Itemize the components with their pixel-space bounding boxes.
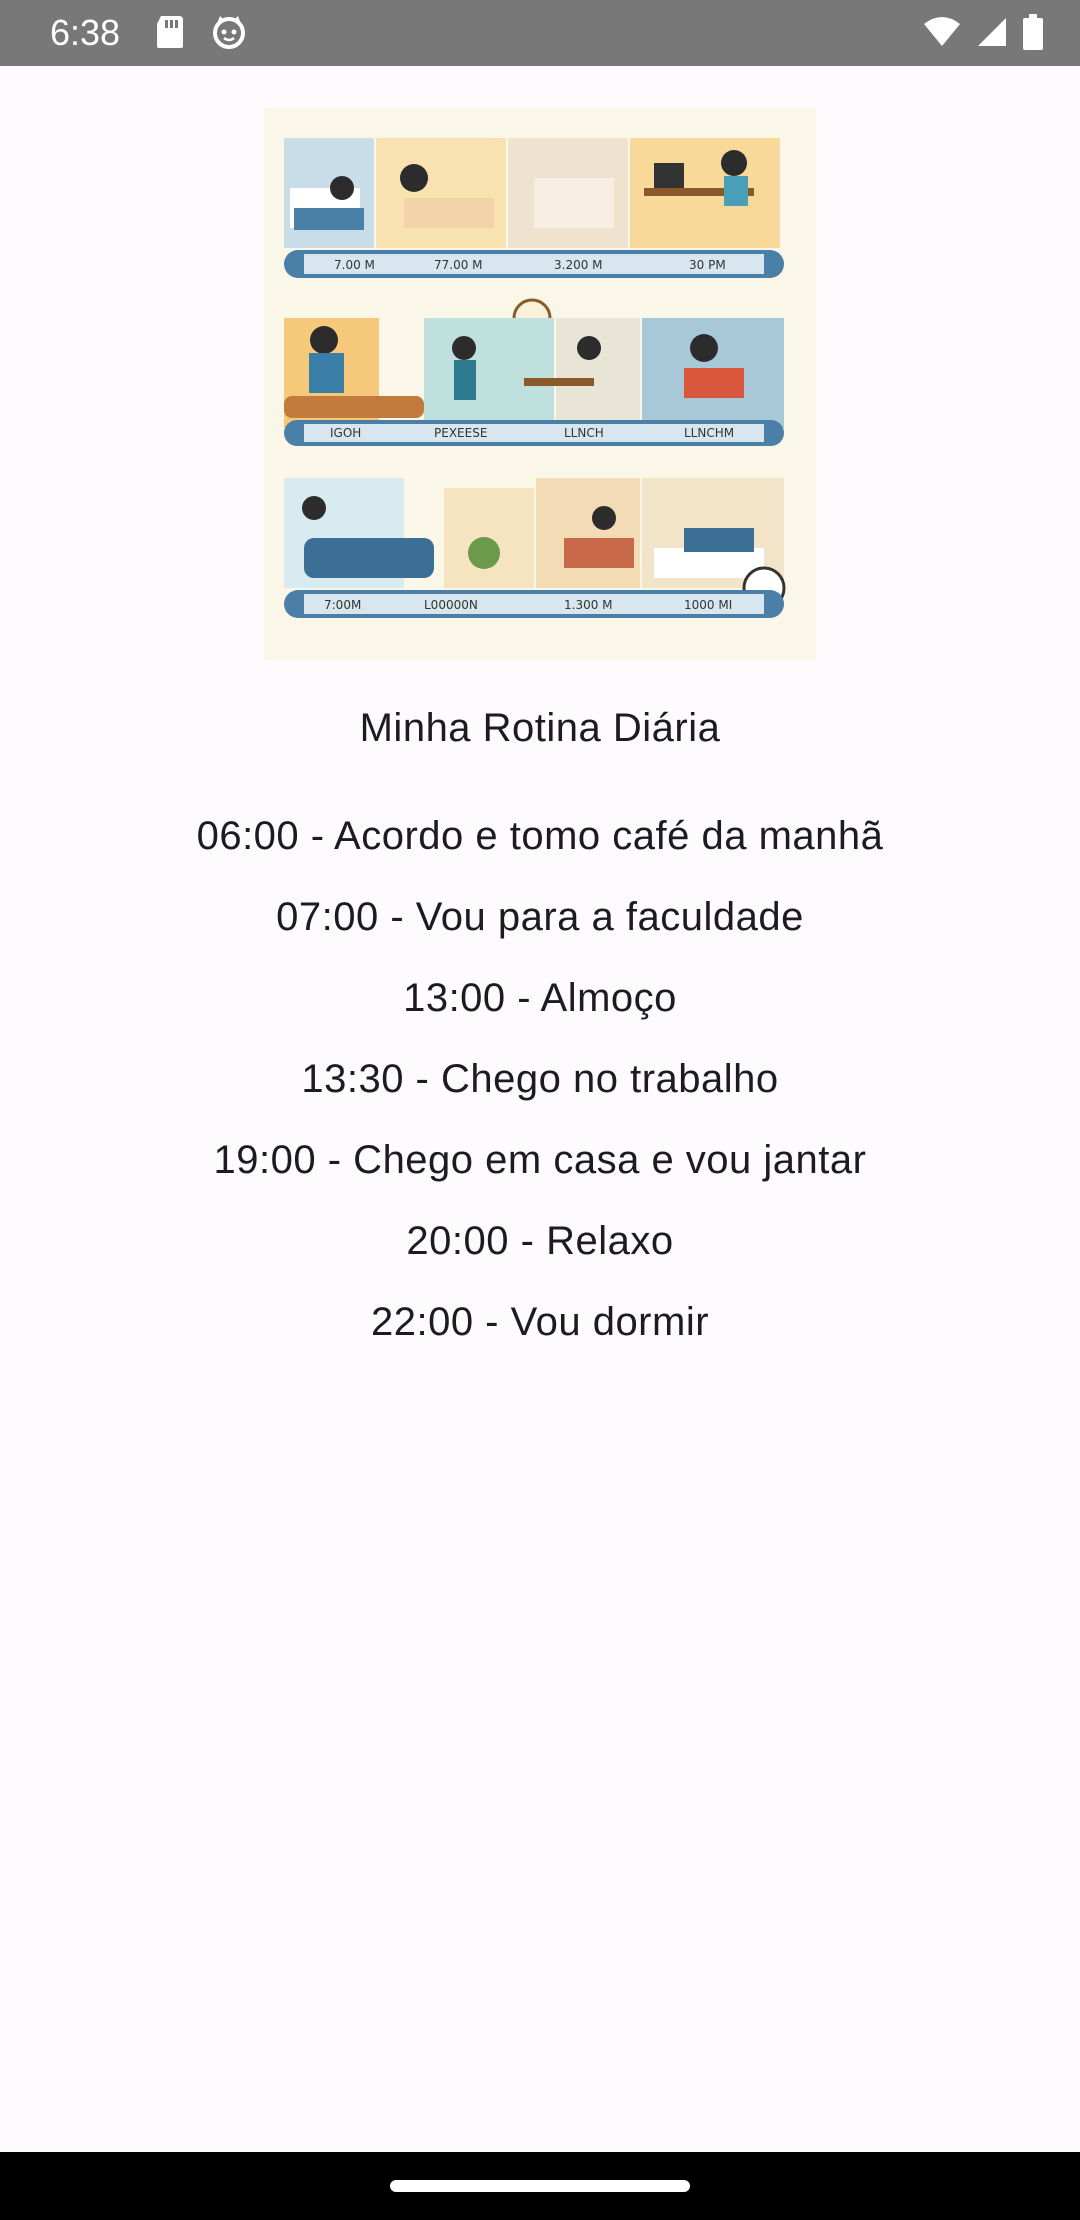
routine-item: 13:30 - Chego no trabalho bbox=[301, 1057, 779, 1101]
svg-text:LLNCHM: LLNCHM bbox=[684, 426, 734, 440]
navigation-bar bbox=[0, 2152, 1080, 2220]
svg-text:L00000N: L00000N bbox=[424, 598, 478, 612]
wifi-icon bbox=[922, 16, 962, 53]
status-icons-right bbox=[922, 14, 1044, 55]
svg-text:77.00 M: 77.00 M bbox=[434, 258, 483, 272]
svg-text:3.200 M: 3.200 M bbox=[554, 258, 603, 272]
page-title: Minha Rotina Diária bbox=[359, 706, 721, 750]
cat-face-icon bbox=[211, 14, 247, 55]
daily-routine-illustration: 7.00 M 77.00 M 3.200 M 30 PM IGOH PEXEES… bbox=[264, 108, 816, 660]
signal-icon bbox=[976, 16, 1008, 53]
svg-text:7:00M: 7:00M bbox=[324, 598, 361, 612]
sd-card-icon bbox=[155, 14, 185, 55]
routine-item: 22:00 - Vou dormir bbox=[370, 1300, 710, 1344]
battery-icon bbox=[1022, 14, 1044, 55]
routine-item: 19:00 - Chego em casa e vou jantar bbox=[213, 1138, 867, 1182]
svg-text:IGOH: IGOH bbox=[330, 426, 361, 440]
status-time: 6:38 bbox=[50, 12, 121, 53]
svg-text:7.00 M: 7.00 M bbox=[334, 258, 375, 272]
routine-item: 07:00 - Vou para a faculdade bbox=[276, 895, 804, 939]
routine-list: 06:00 - Acordo e tomo café da manhã 07:0… bbox=[0, 806, 1080, 1373]
status-bar: 6:38 bbox=[0, 0, 1080, 66]
status-icons-left bbox=[155, 14, 247, 55]
svg-text:1000 MI: 1000 MI bbox=[684, 598, 732, 612]
main-content: 7.00 M 77.00 M 3.200 M 30 PM IGOH PEXEES… bbox=[0, 66, 1080, 2152]
routine-item: 20:00 - Relaxo bbox=[406, 1219, 674, 1263]
svg-text:30 PM: 30 PM bbox=[689, 258, 726, 272]
routine-item: 06:00 - Acordo e tomo café da manhã bbox=[196, 814, 884, 858]
svg-text:PEXEESE: PEXEESE bbox=[434, 426, 487, 440]
routine-item: 13:00 - Almoço bbox=[403, 976, 677, 1020]
svg-text:LLNCH: LLNCH bbox=[564, 426, 604, 440]
home-gesture-handle[interactable] bbox=[390, 2180, 690, 2192]
svg-text:1.300 M: 1.300 M bbox=[564, 598, 613, 612]
